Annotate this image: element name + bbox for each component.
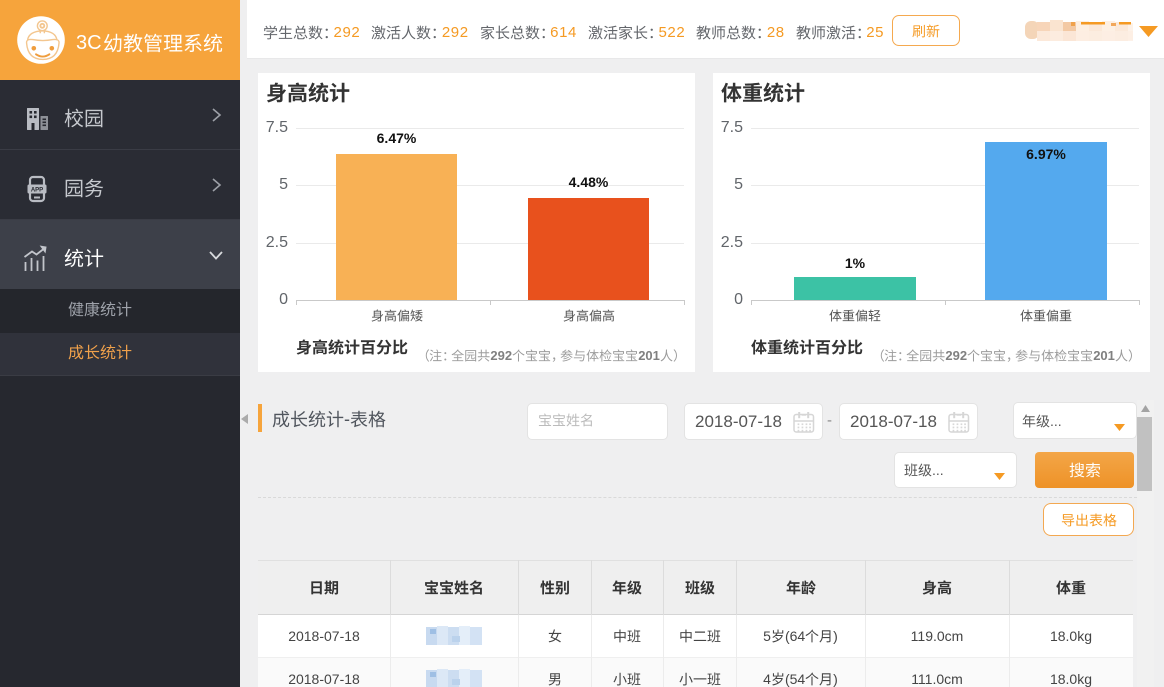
svg-text:APP: APP xyxy=(31,187,43,193)
